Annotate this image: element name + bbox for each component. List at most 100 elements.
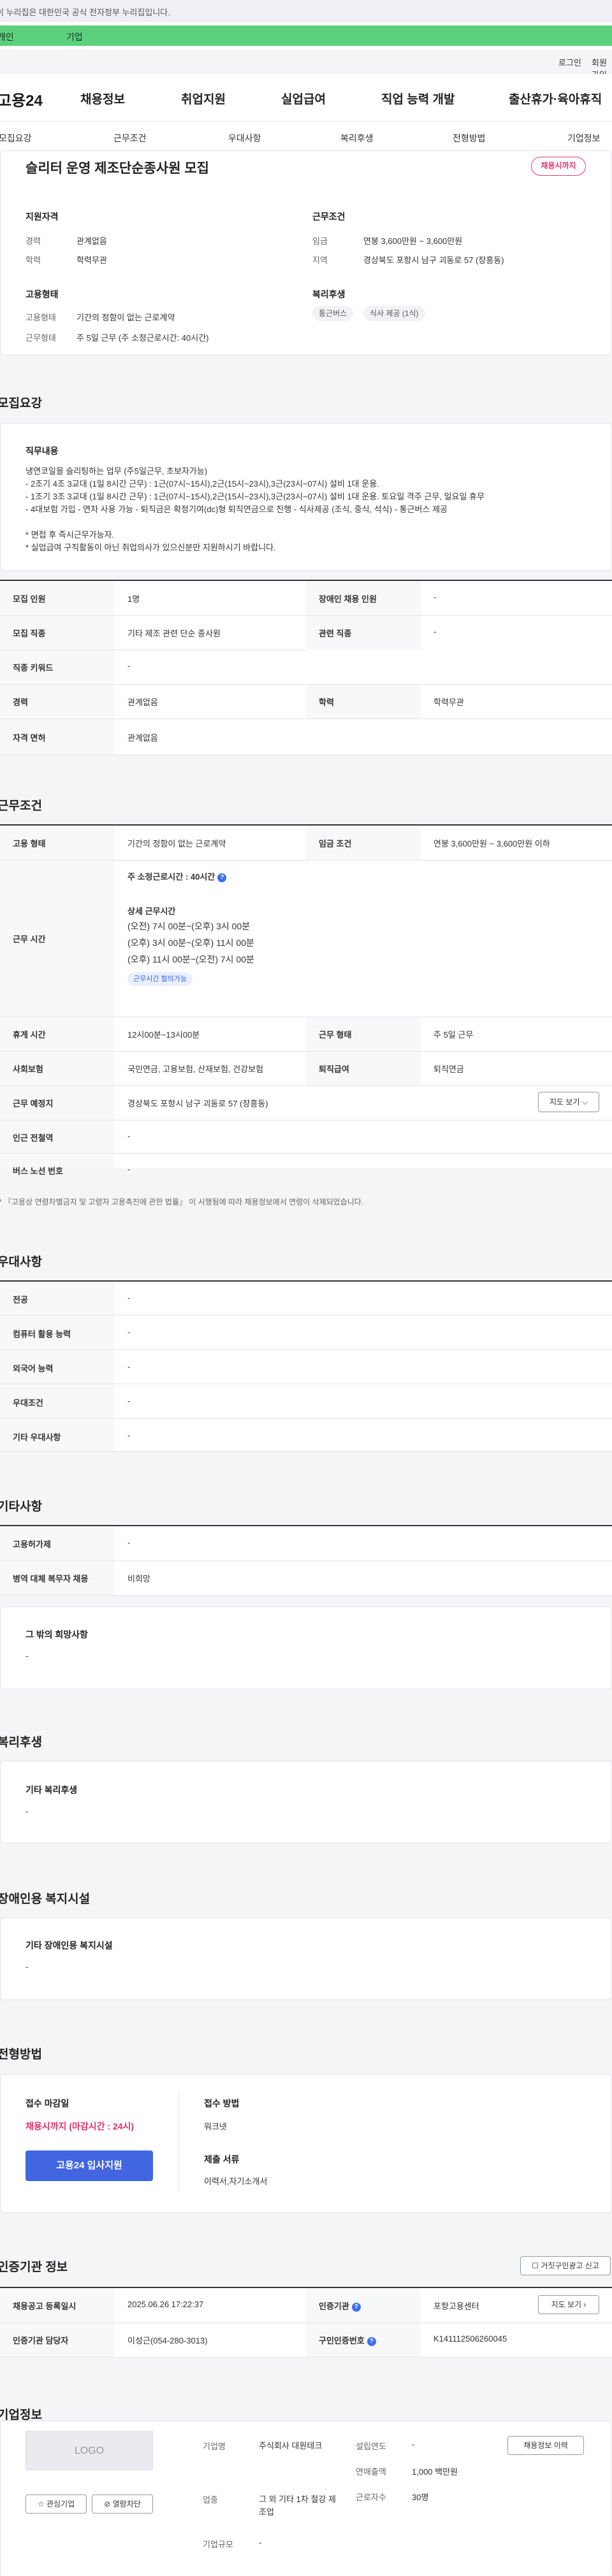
welfare-box-value: -: [26, 1807, 29, 1816]
preferred-section-title: 우대사항: [0, 1256, 42, 1269]
empty-cell: [306, 650, 612, 684]
th-disabled-count: 장애인 채용 인원: [319, 594, 377, 604]
sales-value: 1,000 백만원: [412, 2467, 458, 2477]
th-pay: 임금 조건: [319, 839, 352, 848]
tab-preferred[interactable]: 우대사항: [228, 132, 261, 145]
method-value: 워크넷: [204, 2122, 227, 2131]
row-divider: [0, 2357, 612, 2358]
th-rest: 휴게 시간: [13, 1030, 46, 1040]
conditions-header-col: [0, 826, 115, 1168]
welfare-section-title: 복리후생: [0, 1736, 42, 1749]
hiring-history-button[interactable]: 채용정보 이력: [507, 2436, 584, 2455]
gnb-jobs[interactable]: 채용정보: [80, 90, 125, 107]
tab-company[interactable]: 기업정보: [567, 132, 601, 145]
row-divider: [0, 1153, 612, 1154]
disability-section-title: 장애인용 복지시설: [0, 1893, 91, 1906]
td-employment: 기간의 정함이 없는 근로계약: [127, 839, 226, 848]
th-cert-org: 인증기관?: [319, 2300, 361, 2312]
row-divider: [0, 684, 612, 685]
company-name-value: 주식회사 대원테크: [259, 2441, 323, 2451]
hours-main: 주 소정근로시간 : 40시간?: [127, 870, 227, 882]
hours-main-text: 주 소정근로시간 : 40시간: [127, 872, 215, 882]
cert-map-button[interactable]: 지도 보기 ›: [538, 2295, 599, 2314]
th-license: 자격 면허: [13, 733, 46, 743]
td-keyword: -: [127, 661, 131, 671]
gnb-job-training[interactable]: 직업 능력 개발: [381, 90, 455, 107]
site-logo[interactable]: 고용24: [0, 88, 43, 110]
company-size-label: 기업규모: [203, 2540, 233, 2549]
other-wishes-box: [0, 1606, 612, 1689]
member-type-company[interactable]: 기업: [66, 31, 83, 43]
td-work-form: 주 5일 근무: [433, 1030, 474, 1040]
th-related-occupation: 관련 직종: [319, 629, 352, 638]
disability-box-value: -: [26, 1962, 29, 1971]
tab-conditions[interactable]: 근무조건: [113, 132, 147, 145]
company-size-value: -: [259, 2538, 262, 2547]
apply-button[interactable]: 고용24 입사지원: [26, 2150, 153, 2181]
tab-process[interactable]: 전형방법: [453, 132, 486, 145]
info-icon[interactable]: ?: [351, 2302, 361, 2312]
welfare-chip: 통근버스: [312, 306, 354, 321]
recruit-section-title: 모집요강: [0, 397, 42, 410]
td-insurance: 국민연금, 고용보험, 산재보험, 건강보험: [127, 1064, 264, 1074]
td-reg-date: 2025.06.26 17:22:37: [127, 2300, 204, 2309]
process-divider: [178, 2092, 179, 2191]
work-type-label: 근무형태: [26, 333, 56, 343]
career-value: 관계없음: [76, 236, 107, 246]
employment-type-heading: 고용형태: [26, 289, 59, 299]
map-view-button[interactable]: 지도 보기 ⌵: [538, 1092, 599, 1112]
method-label: 접수 방법: [204, 2098, 240, 2108]
workers-value: 30명: [412, 2493, 429, 2502]
td-preference: -: [127, 1396, 131, 1406]
th-hours: 근무 시간: [13, 934, 46, 944]
block-label: 열람차단: [112, 2500, 141, 2508]
member-type-personal[interactable]: 개인: [0, 31, 14, 43]
pay-value: 연봉 3,600만원 ~ 3,600만원: [363, 236, 463, 246]
report-label: 거짓구인광고 신고: [541, 2261, 599, 2270]
job-line-spacer: [26, 516, 599, 529]
row-divider: [0, 615, 612, 616]
employment-type-value: 기간의 정함이 없는 근로계약: [76, 313, 175, 322]
gnb-parental-leave[interactable]: 출산휴가·육아휴직: [509, 90, 602, 107]
td-military: 비희망: [127, 1574, 150, 1584]
company-logo: LOGO: [26, 2431, 153, 2470]
report-button[interactable]: ☐ 거짓구인광고 신고: [520, 2256, 611, 2275]
deadline-label: 접수 마감일: [26, 2098, 69, 2108]
td-rest: 12시00분~13시00분: [127, 1030, 200, 1040]
row-divider: [0, 1349, 612, 1350]
th-severance: 퇴직급여: [319, 1064, 349, 1074]
td-subway: -: [127, 1131, 131, 1141]
status-badge: 채용시까지: [531, 157, 586, 176]
tab-recruit[interactable]: 모집요강: [0, 132, 32, 145]
process-box: [0, 2074, 612, 2213]
td-career: 관계없음: [127, 698, 158, 707]
login-link[interactable]: 로그인: [558, 56, 581, 68]
map-view-label: 지도 보기: [550, 1098, 580, 1106]
th-reg-date: 채용공고 등록일시: [13, 2301, 76, 2311]
th-staff: 인증기관 담당자: [13, 2336, 69, 2345]
hours-line: (오후) 3시 00분~(오후) 11시 00분: [127, 938, 254, 948]
block-company-button[interactable]: ⊘ 열람차단: [92, 2494, 153, 2514]
job-title: 슬리터 운영 제조단순종사원 모집: [26, 161, 209, 176]
gnb-employment-support[interactable]: 취업지원: [181, 90, 226, 107]
age-discrimination-note: * 『고용상 연령차별금지 및 고령자 고용촉진에 관한 법률』 이 시행됨에 …: [0, 1198, 364, 1206]
info-icon[interactable]: ?: [217, 873, 227, 882]
job-description-heading: 직무내용: [26, 446, 59, 456]
employment-type-label: 고용형태: [26, 313, 56, 322]
job-line: - 2조기 4조 3교대 (1일 8시간 근무) : 1근(07시~15시),2…: [26, 479, 379, 489]
td-staff: 이성근(054-280-3013): [127, 2336, 208, 2345]
th-keyword: 직종 키워드: [13, 663, 54, 673]
education-value: 학력무관: [76, 255, 107, 265]
hours-line: (오후) 11시 00분~(오전) 7시 00분: [127, 954, 254, 964]
favorite-company-button[interactable]: ☆ 관심기업: [26, 2494, 87, 2514]
tab-welfare[interactable]: 복리후생: [340, 132, 374, 145]
th-work-form: 근무 형태: [319, 1030, 352, 1040]
th-preference: 우대조건: [13, 1398, 43, 1408]
disability-box: [0, 1917, 612, 2000]
cert-section-title: 인증기관 정보: [0, 2261, 68, 2274]
hours-negotiable-chip: 근무시간 협의가능: [127, 972, 193, 986]
member-type-strip: 개인 기업: [0, 22, 612, 50]
row-divider: [0, 2322, 612, 2323]
gnb-unemployment-benefit[interactable]: 실업급여: [281, 90, 326, 107]
info-icon[interactable]: ?: [367, 2336, 376, 2346]
